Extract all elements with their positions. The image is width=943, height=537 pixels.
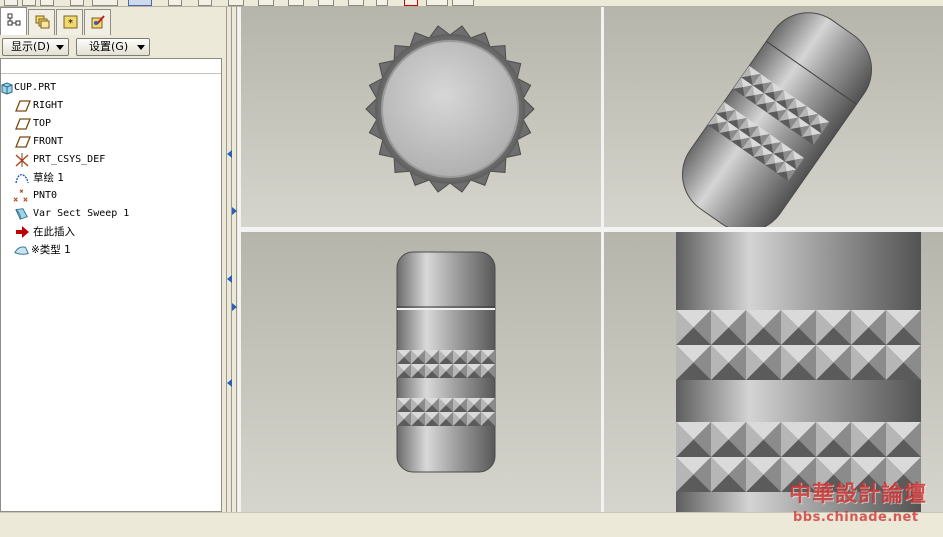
tree-item-part[interactable]: CUP.PRT [1,79,221,97]
tree-item-datum-top[interactable]: TOP [1,115,221,133]
tree-item-surface[interactable]: ※类型 1 [1,241,221,259]
coordinate-system-icon [15,153,29,167]
tab-appearance[interactable] [84,9,111,35]
sweep-icon [15,208,28,220]
toolbar-button[interactable] [452,0,474,6]
tree-item-label: ※类型 1 [31,244,71,256]
tree-header-separator [1,73,221,74]
chevron-down-icon [56,45,64,50]
datum-plane-icon [15,100,31,112]
part-icon [1,82,13,95]
tree-item-label: FRONT [33,136,64,147]
layers-icon [35,15,50,29]
tree-item-label: 在此插入 [33,226,75,238]
viewport-front[interactable] [241,232,601,512]
watermark-title: 中華設計論壇 [789,482,928,507]
tab-layers[interactable] [28,9,55,35]
collapse-left-arrow-icon[interactable] [227,275,232,283]
tree-item-label: 草绘 1 [33,172,65,184]
svg-text:*: * [68,18,73,29]
splitter-line [236,7,237,512]
tree-item-datum-right[interactable]: RIGHT [1,97,221,115]
toolbar-button[interactable] [288,0,304,6]
datum-plane-icon [15,118,31,130]
sketch-icon [15,173,29,184]
toolbar-button[interactable] [228,0,244,6]
navigator-buttons: 显示(D) 设置(G) [0,37,223,59]
navigator-splitter[interactable] [224,7,238,512]
collapse-left-arrow-icon[interactable] [227,150,232,158]
model-tree[interactable]: CUP.PRT RIGHT TOP FRONT PRT_CSYS_DEF 草绘 … [0,58,222,512]
cup-isometric-view [681,12,873,227]
tree-item-sketch[interactable]: 草绘 1 [1,169,221,187]
tree-item-csys[interactable]: PRT_CSYS_DEF [1,151,221,169]
splitter-line [231,7,232,512]
viewport-top[interactable] [241,7,601,227]
tab-favorites[interactable]: * [56,9,83,35]
toolbar-button[interactable] [70,0,84,6]
tree-item-datum-front[interactable]: FRONT [1,133,221,151]
datum-point-icon [13,189,28,202]
pro-engineer-window: * 显示(D) 设置(G) CUP.PRT RIGHT TOP FRONT PR… [0,0,943,537]
toolbar-button[interactable] [258,0,274,6]
toolbar-button[interactable] [4,0,18,6]
tree-item-label: PRT_CSYS_DEF [33,154,106,165]
datum-plane-icon [15,136,31,148]
toolbar-button[interactable] [318,0,334,6]
toolbar-button[interactable] [168,0,182,6]
watermark-url: bbs.chinade.net [793,510,919,525]
settings-dropdown-button[interactable]: 设置(G) [76,38,150,56]
splitter-line [226,7,227,512]
insert-here-arrow-icon [16,226,29,238]
tree-item-label: Var Sect Sweep 1 [33,208,130,219]
toolbar-button[interactable] [40,0,54,6]
favorites-icon: * [63,15,78,29]
toolbar-button[interactable] [198,0,212,6]
viewport-detail[interactable] [604,232,943,512]
tree-item-label: RIGHT [33,100,64,111]
expand-right-arrow-icon[interactable] [232,303,237,311]
tree-item-label: CUP.PRT [14,82,57,93]
toolbar-button[interactable] [426,0,448,6]
tab-model-tree[interactable] [0,7,27,35]
toolbar-button[interactable] [92,0,118,6]
show-dropdown-label: 显示(D) [11,40,51,53]
cup-detail-view [676,232,921,512]
settings-dropdown-label: 设置(G) [89,40,129,53]
toolbar-button[interactable] [22,0,36,6]
toolbar-button[interactable] [404,0,418,6]
tree-item-label: TOP [33,118,52,129]
model-tree-icon [7,13,21,26]
toolbar-button[interactable] [348,0,364,6]
appearance-icon [91,15,105,29]
collapse-left-arrow-icon[interactable] [227,379,232,387]
show-dropdown-button[interactable]: 显示(D) [2,38,69,56]
toolbar-button-active[interactable] [128,0,152,6]
forum-watermark: 中華設計論壇 bbs.chinade.net [783,481,938,531]
navigator-tabs: * [0,7,233,35]
tree-item-sweep[interactable]: Var Sect Sweep 1 [1,205,221,223]
tree-item-label: PNT0 [33,190,58,201]
cap-top-view [365,25,535,193]
navigator-panel: * 显示(D) 设置(G) CUP.PRT RIGHT TOP FRONT PR… [0,7,233,512]
viewport-isometric[interactable] [604,7,943,227]
cup-front-view [396,251,496,473]
toolbar-button[interactable] [376,0,388,6]
tree-item-point[interactable]: PNT0 [1,187,221,205]
main-toolbar [0,0,943,7]
model-tree-list: CUP.PRT RIGHT TOP FRONT PRT_CSYS_DEF 草绘 … [1,79,221,259]
graphics-window[interactable] [238,7,943,512]
expand-right-arrow-icon[interactable] [232,207,237,215]
surface-feature-icon [14,246,29,255]
chevron-down-icon [137,45,145,50]
tree-item-insert-here[interactable]: 在此插入 [1,223,221,241]
